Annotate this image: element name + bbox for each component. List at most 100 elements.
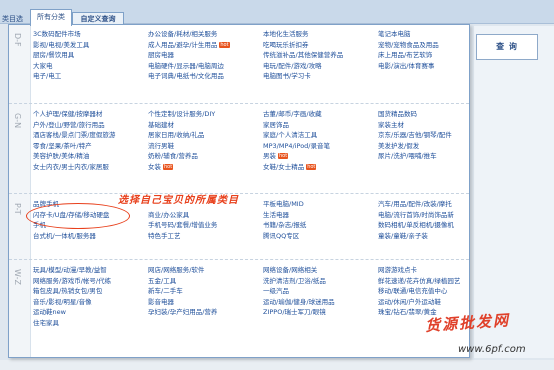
category-link[interactable]: 京东/乐器/吉他/钢琴/配件	[378, 130, 486, 141]
category-label: 电脑/流行首饰/时尚饰品新	[378, 210, 454, 219]
category-link[interactable]: 笔记本电脑	[378, 29, 486, 40]
category-link[interactable]: 床上用品/布艺软饰	[378, 50, 486, 61]
category-link[interactable]: 基础建材	[148, 120, 256, 131]
category-link[interactable]: 童装/童鞋/亲子装	[378, 231, 486, 242]
category-link[interactable]: 传统滋补品/其他保健营养品	[263, 50, 371, 61]
category-link[interactable]: 办公设备/耗材/相关服务	[148, 29, 256, 40]
category-link[interactable]: 美发护发/假发	[378, 141, 486, 152]
tab-all-categories[interactable]: 所有分类	[30, 9, 72, 26]
category-label: 网络设备/网络相关	[263, 266, 318, 274]
category-link[interactable]: 女装 hot	[148, 162, 256, 173]
category-link[interactable]: 男装 hot	[263, 151, 371, 162]
category-label: 居家日用/收纳/礼品	[148, 131, 205, 140]
category-label: 玩具/模型/动漫/早教/益智	[33, 266, 107, 274]
category-link[interactable]: 户外/登山/野营/旅行用品	[33, 120, 141, 131]
category-link[interactable]: 厨房/餐饮用具	[33, 50, 141, 61]
category-link[interactable]: 家庭/个人清洁工具	[263, 130, 371, 141]
category-label: 影视/电视/美发工具	[33, 40, 90, 49]
group-letter: P-T	[13, 203, 22, 215]
category-link[interactable]: 女鞋/女士精品 hot	[263, 162, 371, 173]
category-link[interactable]: 电脑/流行首饰/时尚饰品新	[378, 210, 486, 221]
category-label: 影音电器	[148, 297, 174, 306]
category-link[interactable]: 住宅家具	[33, 318, 141, 329]
category-link[interactable]: 运动鞋new	[33, 307, 141, 318]
category-link[interactable]: 箱包皮具/热销女包/男包	[33, 286, 141, 297]
category-link[interactable]: 洗护清洁剂/卫浴/纸品	[263, 276, 371, 287]
category-link[interactable]: 台式机/一体机/服务器	[33, 231, 141, 242]
category-link[interactable]: 数码相机/单反相机/摄像机	[378, 220, 486, 231]
category-label: 五金/工具	[148, 276, 177, 285]
category-link[interactable]: 运动/休闲/户外运动鞋	[378, 297, 486, 308]
bottom-bar	[0, 360, 554, 370]
category-link[interactable]: 酒店客栈/景点门票/度假旅游	[33, 130, 141, 141]
category-link[interactable]: 商业/办公家具	[148, 210, 256, 221]
category-label: 电影/演出/体育赛事	[378, 61, 435, 70]
category-link[interactable]: 成人用品/避孕/计生用品 hot	[148, 40, 256, 51]
category-link[interactable]: 电子词典/电纸书/文化用品	[148, 71, 256, 82]
category-link[interactable]: 美容护肤/美体/精油	[33, 151, 141, 162]
category-link[interactable]: 网游游戏点卡	[378, 265, 486, 276]
category-link[interactable]: 电脑硬件/显示器/电脑周边	[148, 61, 256, 72]
category-link[interactable]: ZIPPO/瑞士军刀/眼镜	[263, 307, 371, 318]
category-link[interactable]: 吃喝玩乐折扣券	[263, 40, 371, 51]
category-link[interactable]: 玩具/模型/动漫/早教/益智	[33, 265, 141, 276]
category-link[interactable]: 音乐/影视/明星/音像	[33, 297, 141, 308]
category-link[interactable]: 尿片/洗护/喂哺/推车	[378, 151, 486, 162]
category-link[interactable]: 孕妇装/孕产妇用品/营养	[148, 307, 256, 318]
category-link[interactable]: 电脑图书/学习卡	[263, 71, 371, 82]
category-link[interactable]: 个性定制/设计服务/DIY	[148, 109, 256, 120]
category-link[interactable]: 网店/网络服务/软件	[148, 265, 256, 276]
category-link[interactable]: 电玩/配件/游戏/攻略	[263, 61, 371, 72]
group-divider	[9, 259, 469, 260]
category-label: MP3/MP4/iPod/录音笔	[263, 141, 330, 150]
category-link[interactable]: 五金/工具	[148, 276, 256, 287]
category-link[interactable]: 电影/演出/体育赛事	[378, 61, 486, 72]
category-link[interactable]: 汽车/用品/配件/改装/摩托	[378, 199, 486, 210]
category-link[interactable]: 女士内衣/男士内衣/家居服	[33, 162, 141, 173]
category-link[interactable]: 家装主材	[378, 120, 486, 131]
category-label: 住宅家具	[33, 318, 59, 327]
page-label: 类目选	[2, 15, 23, 23]
category-link[interactable]: 古董/邮币/字画/收藏	[263, 109, 371, 120]
category-link[interactable]: 家居饰品	[263, 120, 371, 131]
category-link[interactable]: 网络服务/游戏币/帐号/代练	[33, 276, 141, 287]
category-link[interactable]: 生活电器	[263, 210, 371, 221]
category-link[interactable]: 流行男鞋	[148, 141, 256, 152]
category-link[interactable]: 大家电	[33, 61, 141, 72]
category-link[interactable]: 书籍/杂志/报纸	[263, 220, 371, 231]
category-link[interactable]: 特色手工艺	[148, 231, 256, 242]
category-link[interactable]: 影视/电视/美发工具	[33, 40, 141, 51]
category-link[interactable]: 国货精品数码	[378, 109, 486, 120]
category-link[interactable]: 奶粉/辅食/营养品	[148, 151, 256, 162]
category-link[interactable]: MP3/MP4/iPod/录音笔	[263, 141, 371, 152]
category-link[interactable]: 平板电脑/MID	[263, 199, 371, 210]
category-label: 男装	[263, 152, 276, 161]
category-link[interactable]: 本地化生活服务	[263, 29, 371, 40]
category-link[interactable]: 鲜花速递/花卉仿真/绿植园艺	[378, 276, 486, 287]
category-link[interactable]: 腾讯QQ专区	[263, 231, 371, 242]
category-link[interactable]: 零食/坚果/茶叶/特产	[33, 141, 141, 152]
category-link[interactable]: 电子/电工	[33, 71, 141, 82]
category-label: 生活电器	[263, 210, 289, 219]
category-link[interactable]: 3C数码配件市场	[33, 29, 141, 40]
category-link[interactable]: 网络设备/网络相关	[263, 265, 371, 276]
category-label: 流行男鞋	[148, 141, 174, 150]
category-label: 书籍/杂志/报纸	[263, 221, 307, 230]
category-link[interactable]: 厨房电器	[148, 50, 256, 61]
category-link[interactable]: 个人护理/保健/按摩器材	[33, 109, 141, 120]
category-link[interactable]: 一级汽品	[263, 286, 371, 297]
category-label: 网店/网络服务/软件	[148, 266, 205, 274]
category-link[interactable]: 宠物/宠物食品及用品	[378, 40, 486, 51]
category-link	[148, 318, 256, 329]
group-letter: W-Z	[13, 269, 22, 285]
category-link[interactable]: 手机号码/套餐/增值业务	[148, 220, 256, 231]
category-link[interactable]: 运动/瑜伽/健身/球迷用品	[263, 297, 371, 308]
category-label: 床上用品/布艺软饰	[378, 51, 433, 60]
category-link[interactable]: 影音电器	[148, 297, 256, 308]
category-link[interactable]: 居家日用/收纳/礼品	[148, 130, 256, 141]
category-link[interactable]: 新车/二手车	[148, 286, 256, 297]
category-label: 一级汽品	[263, 287, 289, 296]
category-column: 汽车/用品/配件/改装/摩托 电脑/流行首饰/时尚饰品新 数码相机/单反相机/摄像机…	[378, 199, 486, 241]
category-link[interactable]: 移动/联通/电信充值中心	[378, 286, 486, 297]
category-label: 女士内衣/男士内衣/家居服	[33, 162, 109, 171]
